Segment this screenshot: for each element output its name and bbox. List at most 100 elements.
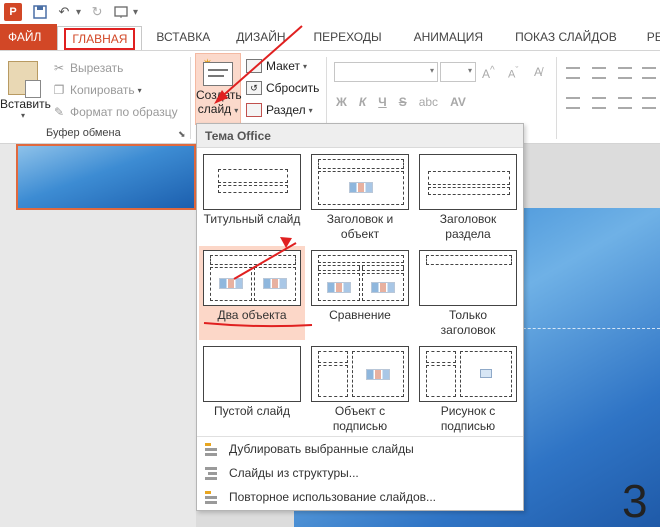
tab-transitions[interactable]: ПЕРЕХОДЫ [298,24,398,50]
layout-thumbnail [419,346,517,402]
shadow-button[interactable]: abc [419,95,438,109]
align-left-icon[interactable] [566,97,580,109]
scissors-icon: ✂ [53,61,65,75]
clipboard-commands: ✂ Вырезать ❐ Копировать ▾ ✎ Формат по образц… [52,57,178,123]
slide-number-text: 3 [622,475,648,527]
tab-home-label: ГЛАВНАЯ [64,27,136,50]
layout-content-caption[interactable]: Объект с подписью [307,342,413,436]
layout-thumbnail [311,154,409,210]
format-painter-label: Формат по образцу [70,105,178,119]
new-slide-label-line1: Создать [196,88,242,102]
slide-thumbnail[interactable] [16,144,196,210]
font-size-box[interactable]: ▾ [440,62,476,82]
duplicate-slides-item[interactable]: Дублировать выбранные слайды [201,438,519,460]
layout-title-content[interactable]: Заголовок и объект [307,150,413,244]
new-slide-label-line2: слайд ▾ [197,102,239,116]
layout-thumbnail [311,346,409,402]
layout-thumbnail [203,250,301,306]
reuse-slides-item[interactable]: Повторное использование слайдов... [201,486,519,508]
paste-button[interactable]: Вставить ▾ [0,57,51,121]
section-icon [246,103,262,117]
layout-thumbnail [419,154,517,210]
format-painter-button[interactable]: ✎ Формат по образцу [52,101,178,123]
tab-slideshow[interactable]: ПОКАЗ СЛАЙДОВ [499,24,633,50]
layout-button[interactable]: Макет ▾ [246,55,319,77]
layout-comparison[interactable]: Сравнение [307,246,413,340]
copy-label: Копировать [70,83,135,97]
layout-blank[interactable]: Пустой слайд [199,342,305,436]
layout-label: Рисунок с подписью [440,404,496,433]
gallery-header: Тема Office [197,124,523,148]
tab-file[interactable]: ФАЙЛ [0,24,58,50]
undo-dropdown-icon[interactable]: ▾ [76,7,81,18]
layout-section-header[interactable]: Заголовок раздела [415,150,521,244]
layout-label: Заголовок и объект [326,212,394,241]
menu-item-label: Дублировать выбранные слайды [229,442,414,456]
char-spacing-button[interactable]: AV [450,95,466,109]
clipboard-launcher-icon[interactable]: ⬊ [178,129,186,140]
bullets-icon[interactable] [566,67,580,79]
layout-label: Два объекта [217,308,287,322]
reset-button[interactable]: ↺ Сбросить [246,77,319,99]
layout-label: Заголовок раздела [439,212,497,241]
layout-thumbnail [419,250,517,306]
tab-review[interactable]: РЕЦЕ [633,24,660,50]
format-painter-icon: ✎ [53,105,65,119]
clear-formatting-icon[interactable]: A̸ [534,65,542,79]
layout-thumbnail [203,154,301,210]
layout-title-only[interactable]: Только заголовок [415,246,521,340]
numbering-icon[interactable] [592,67,606,79]
slides-from-outline-item[interactable]: Слайды из структуры... [201,462,519,484]
layout-gallery-dropdown: Тема Office Титульный слайд Заголовок и … [196,123,524,511]
layout-picture-caption[interactable]: Рисунок с подписью [415,342,521,436]
justify-icon[interactable] [642,97,656,109]
cut-label: Вырезать [70,61,124,75]
tab-home[interactable]: ГЛАВНАЯ [57,26,143,50]
new-slide-icon [203,62,233,86]
layout-thumbnail [311,250,409,306]
bold-button[interactable]: Ж [336,95,347,109]
layout-label: Сравнение [329,308,391,322]
duplicate-slides-icon [203,441,221,457]
customize-qat-icon[interactable]: ▾ [133,7,138,18]
layout-two-content[interactable]: Два объекта [199,246,305,340]
tab-animations[interactable]: АНИМАЦИЯ [398,24,499,50]
layout-label: Титульный слайд [203,212,301,226]
menu-item-label: Слайды из структуры... [229,466,359,480]
paste-dropdown-icon[interactable]: ▾ [0,111,46,120]
strikethrough-button[interactable]: S [399,95,407,109]
italic-button[interactable]: К [359,95,366,109]
layout-thumbnail [203,346,301,402]
shrink-font-icon[interactable]: Aˇ [508,65,518,81]
align-right-icon[interactable] [618,97,632,109]
redo-icon[interactable]: ↻ [85,0,109,24]
picture-placeholder-icon [480,369,492,378]
copy-dropdown-icon[interactable]: ▾ [138,86,142,95]
group-divider [556,57,557,139]
ribbon-tabs: ФАЙЛ ГЛАВНАЯ ВСТАВКА ДИЗАЙН ПЕРЕХОДЫ АНИ… [0,24,660,50]
start-from-beginning-icon[interactable] [109,0,133,24]
save-icon[interactable] [28,0,52,24]
slides-from-outline-icon [203,465,221,481]
title-bar: P ↶ ▾ ↻ ▾ [0,0,660,24]
increase-indent-icon[interactable] [642,67,656,79]
align-center-icon[interactable] [592,97,606,109]
tab-design[interactable]: ДИЗАЙН [224,24,297,50]
tab-insert[interactable]: ВСТАВКА [142,24,224,50]
layout-label: Пустой слайд [214,404,290,418]
layout-title-slide[interactable]: Титульный слайд [199,150,305,244]
cut-button[interactable]: ✂ Вырезать [52,57,178,79]
layout-icon [246,59,262,73]
underline-button[interactable]: Ч [378,95,386,109]
copy-button[interactable]: ❐ Копировать ▾ [52,79,178,101]
undo-icon[interactable]: ↶ [52,0,76,24]
grow-font-icon[interactable]: A^ [482,65,495,81]
new-slide-button[interactable]: ✷ Создать слайд▾ [195,53,242,125]
paste-icon [8,61,41,98]
slides-commands: Макет ▾ ↺ Сбросить Раздел ▾ [246,55,319,121]
section-button[interactable]: Раздел ▾ [246,99,319,121]
decrease-indent-icon[interactable] [618,67,632,79]
section-label: Раздел [266,103,306,117]
font-name-box[interactable]: ▾ [334,62,438,82]
menu-divider [197,436,523,437]
